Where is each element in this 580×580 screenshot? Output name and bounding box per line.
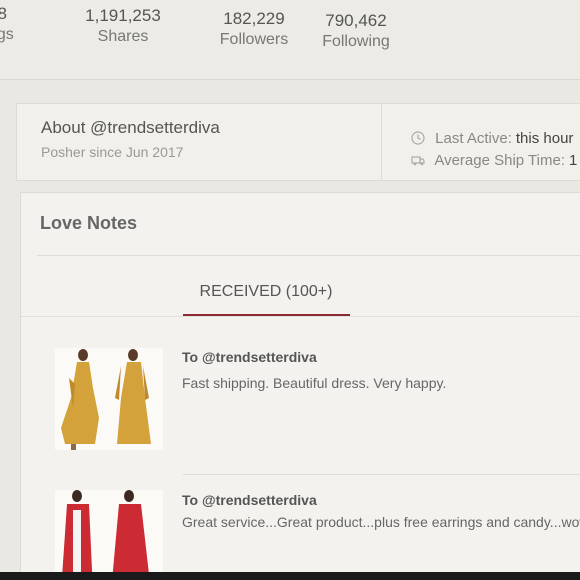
clock-icon (411, 131, 425, 145)
love-notes-divider (37, 255, 580, 256)
stat-listings-label: ngs (0, 26, 14, 43)
note-divider (183, 474, 580, 475)
note-recipient: To @trendsetterdiva (182, 492, 317, 508)
about-title: About @trendsetterdiva (41, 118, 220, 137)
note-message: Fast shipping. Beautiful dress. Very hap… (182, 375, 447, 391)
red-dress-image (55, 490, 163, 580)
about-divider (381, 104, 382, 180)
screen-bezel-bottom (0, 572, 580, 580)
ship-time-value: 1 d (568, 152, 580, 169)
listing-thumbnail-yellow-dress[interactable] (55, 348, 163, 450)
yellow-dress-image (55, 348, 163, 450)
love-notes-card: Love Notes RECEIVED (100+) To @trendsett… (20, 192, 580, 580)
about-card: About @trendsetterdiva Posher since Jun … (16, 103, 580, 181)
ship-time-label: Average Ship Time: (434, 152, 565, 169)
stat-shares-value: 1,191,253 (85, 6, 161, 25)
last-active-row: Last Active: this hour (411, 130, 573, 147)
stat-followers-value: 182,229 (223, 9, 285, 28)
stat-following-value: 790,462 (325, 11, 387, 30)
last-active-label: Last Active: (435, 130, 512, 147)
stat-following[interactable]: 790,462 Following (318, 11, 394, 51)
posher-since: Posher since Jun 2017 (41, 144, 184, 160)
stat-listings-value: 18 (0, 4, 7, 23)
stat-following-label: Following (322, 33, 390, 50)
stat-followers[interactable]: 182,229 Followers (216, 9, 292, 49)
note-recipient: To @trendsetterdiva (182, 349, 317, 365)
love-notes-title: Love Notes (40, 213, 138, 233)
listing-thumbnail-red-dress[interactable] (55, 490, 163, 580)
stat-shares[interactable]: 1,191,253 Shares (80, 6, 166, 46)
closet-stats-bar: 18 ngs 1,191,253 Shares 182,229 Follower… (0, 0, 580, 80)
tabs-divider (21, 316, 580, 317)
stat-listings[interactable]: 18 ngs (0, 4, 28, 44)
note-message: Great service...Great product...plus fre… (182, 514, 580, 530)
ship-time-row: Average Ship Time:1 d (411, 152, 580, 169)
tab-received[interactable]: RECEIVED (100+) (183, 271, 349, 317)
shipping-truck-icon (411, 156, 425, 166)
stat-followers-label: Followers (219, 31, 289, 48)
stat-shares-label: Shares (97, 28, 149, 45)
last-active-value: this hour (515, 130, 574, 147)
